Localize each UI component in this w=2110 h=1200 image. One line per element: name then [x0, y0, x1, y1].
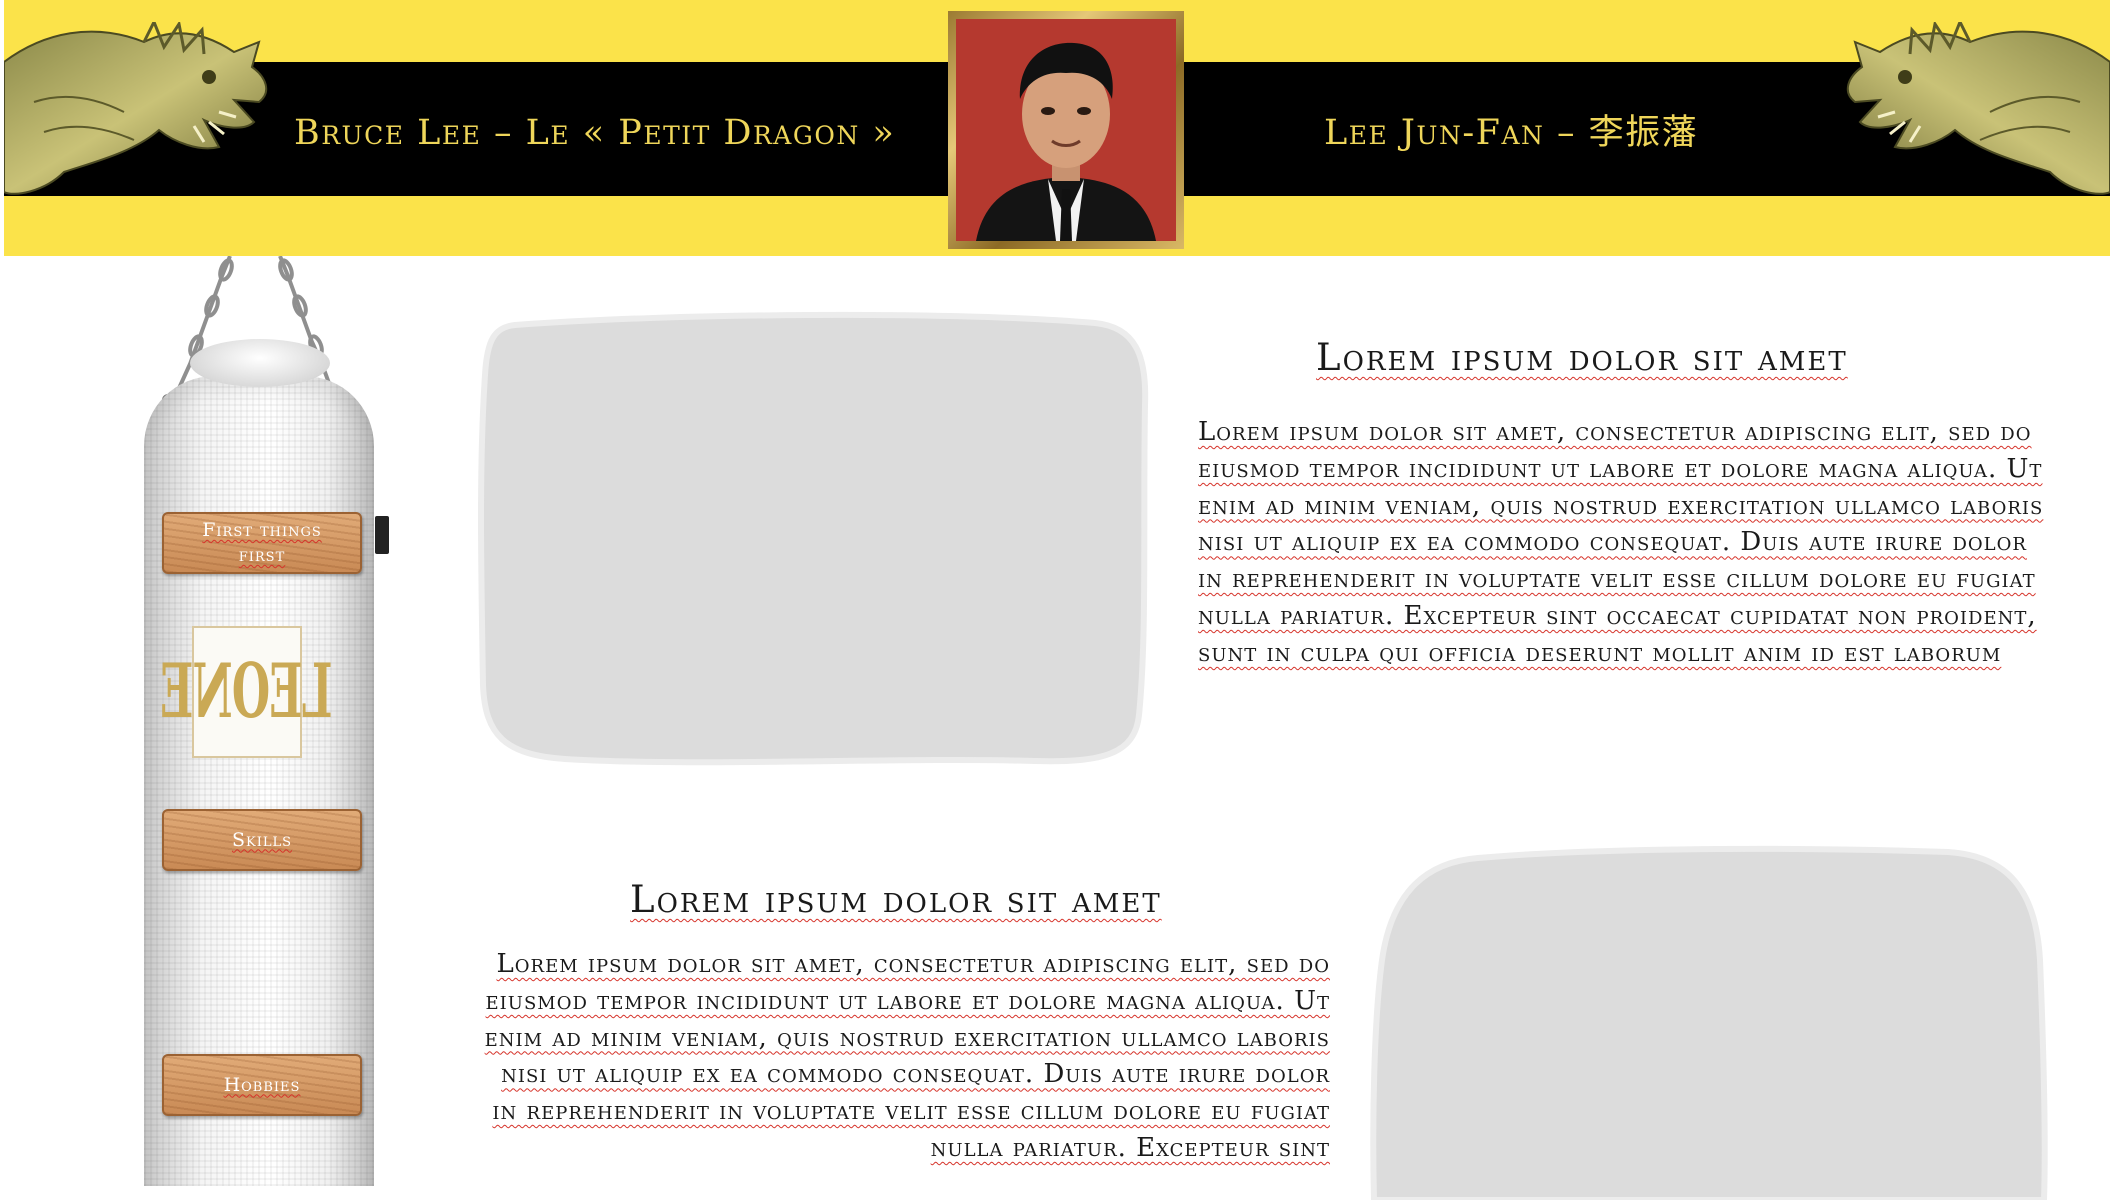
nav-button-hobbies[interactable]: Hobbies [162, 1054, 362, 1116]
portrait-icon [956, 19, 1176, 241]
slide: Bruce Lee – Le « Petit Dragon » Lee Jun-… [0, 0, 2110, 1200]
bag-brand-text: LEONE [161, 648, 333, 736]
section-body-2: Lorem ipsum dolor sit amet, consectetur … [484, 949, 1330, 1163]
section-heading-2: Lorem ipsum dolor sit amet [630, 878, 1162, 921]
portrait-image [956, 19, 1176, 241]
bag-top [190, 339, 330, 387]
nav-button-label: Hobbies [223, 1073, 301, 1096]
portrait-frame [948, 11, 1184, 249]
nav-button-skills[interactable]: Skills [162, 809, 362, 871]
image-placeholder-2[interactable] [1368, 840, 2048, 1200]
bag-brand-logo: LEONE [161, 626, 333, 758]
image-placeholder-1[interactable] [475, 305, 1151, 775]
dragon-left-icon [4, 22, 268, 195]
section-heading-1: Lorem ipsum dolor sit amet [1316, 336, 1848, 379]
header-banner: Bruce Lee – Le « Petit Dragon » Lee Jun-… [4, 0, 2110, 256]
section-body-1: Lorem ipsum dolor sit amet, consectetur … [1198, 417, 2044, 668]
nav-button-label: First things first [202, 519, 322, 566]
dragon-right-icon [1846, 22, 2110, 195]
punching-bag-sidebar: LEONE First things first Skills Hobbies [130, 256, 390, 1186]
nav-button-label: Skills [231, 828, 293, 851]
bag-tag [375, 516, 389, 554]
nav-button-first-things-first[interactable]: First things first [162, 512, 362, 574]
header-title-left: Bruce Lee – Le « Petit Dragon » [294, 113, 896, 153]
header-title-right: Lee Jun-Fan – 李振藩 [1324, 113, 1699, 153]
